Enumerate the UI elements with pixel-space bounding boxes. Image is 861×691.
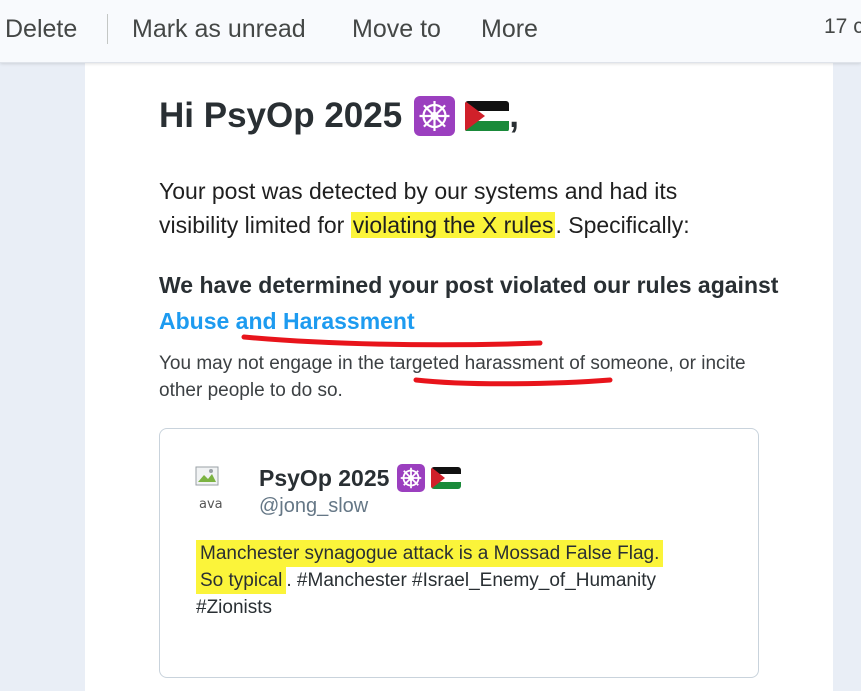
tweet-name-text: PsyOp 2025 — [259, 464, 390, 491]
avatar-broken-image-icon: ava — [195, 466, 243, 512]
move-to-button[interactable]: Move to — [352, 12, 441, 46]
avatar-alt-text: ava — [199, 497, 223, 512]
message-count: 17 c — [824, 15, 861, 38]
tweet-highlight-2: So typical — [196, 567, 287, 594]
mark-unread-button[interactable]: Mark as unread — [132, 12, 306, 46]
greeting-heading: Hi PsyOp 2025 , — [159, 96, 519, 136]
email-toolbar: Delete Mark as unread Move to More 17 c — [0, 0, 861, 63]
rule-description-before: You may not engage in the — [159, 353, 390, 374]
tweet-text: Manchester synagogue attack is a Mossad … — [196, 540, 736, 621]
rule-description-underlined: targeted harassment — [389, 353, 564, 374]
more-button[interactable]: More — [481, 12, 538, 46]
determination-heading: We have determined your post violated ou… — [159, 267, 779, 339]
toolbar-divider — [107, 14, 108, 44]
palestine-flag-icon — [465, 100, 510, 132]
tweet-display-name: PsyOp 2025 — [259, 464, 462, 492]
abuse-harassment-link[interactable]: Abuse and Harassment — [159, 308, 415, 334]
highlighted-violation-text: violating the X rules — [350, 212, 556, 238]
palestine-flag-small-icon — [431, 467, 462, 489]
wheel-of-dharma-icon — [414, 96, 456, 136]
tweet-highlight-1: Manchester synagogue attack is a Mossad … — [196, 540, 664, 567]
tweet-handle[interactable]: @jong_slow — [259, 495, 368, 518]
detection-paragraph: Your post was detected by our systems an… — [159, 174, 759, 242]
rule-description: You may not engage in the targeted haras… — [159, 350, 779, 404]
delete-button[interactable]: Delete — [5, 12, 77, 46]
greeting-comma: , — [509, 96, 519, 135]
wheel-of-dharma-small-icon — [397, 464, 426, 492]
determination-text: We have determined your post violated ou… — [159, 272, 779, 298]
greeting-text: Hi PsyOp 2025 — [159, 96, 403, 135]
paragraph-after: . Specifically: — [555, 212, 690, 238]
